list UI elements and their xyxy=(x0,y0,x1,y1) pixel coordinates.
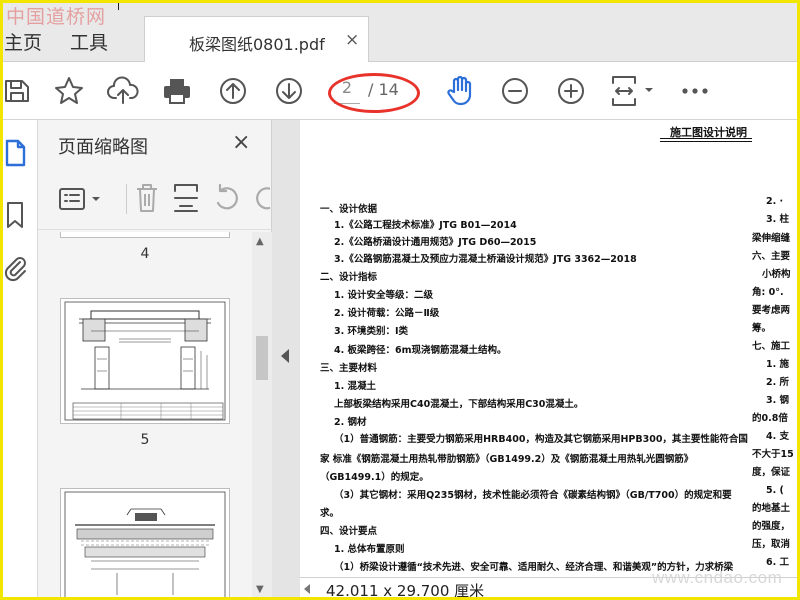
doc-line: 3.《公路钢筋混凝土及预应力混凝土桥涵设计规范》JTG 3362—2018 xyxy=(334,254,637,265)
next-page-icon[interactable] xyxy=(272,74,306,108)
cloud-upload-icon[interactable] xyxy=(106,74,140,108)
watermark-logo-top: 中国道桥网 xyxy=(6,6,107,28)
page-thumbnails-panel: 页面缩略图 × 4 5 ▲ ▼ xyxy=(38,120,272,600)
scroll-down-arrow-icon[interactable]: ▼ xyxy=(256,584,264,595)
rotate-clockwise-icon[interactable] xyxy=(252,183,270,213)
doc-right-line: 六、主要 xyxy=(752,251,791,262)
doc-line: 2. 设计荷载：公路－Ⅱ级 xyxy=(334,308,440,319)
doc-right-line: 2. · xyxy=(766,196,784,207)
menu-tools[interactable]: 工具 xyxy=(70,28,108,55)
extract-page-icon[interactable] xyxy=(172,182,200,218)
rotate-icon[interactable] xyxy=(212,183,242,217)
highlight-annotation-ellipse xyxy=(328,73,420,113)
doc-right-line: 3. 柱 xyxy=(766,214,790,225)
thumbnail-page-5[interactable] xyxy=(60,298,230,424)
thumbnail-page-4[interactable] xyxy=(60,232,230,238)
zoom-out-icon[interactable] xyxy=(498,74,532,108)
doc-line: 三、主要材料 xyxy=(320,363,378,374)
previous-page-icon[interactable] xyxy=(216,74,250,108)
doc-right-line: 1. 施 xyxy=(766,359,790,370)
collapse-panel-arrow-icon[interactable] xyxy=(281,349,289,363)
page-thumbnails-icon[interactable] xyxy=(3,138,29,168)
doc-line: 3. 环境类别：Ⅰ类 xyxy=(334,326,409,337)
doc-line: 4. 板梁跨径：6m现浇钢筋混凝土结构。 xyxy=(334,345,507,356)
doc-right-line: 度，保证 xyxy=(752,467,791,478)
doc-line: 求。 xyxy=(320,508,340,519)
thumbnails-scrollbar[interactable]: ▲ ▼ xyxy=(252,232,272,600)
star-icon[interactable] xyxy=(52,74,86,108)
doc-right-line: 要考虑两 xyxy=(752,305,791,316)
thumbnail-label-5: 5 xyxy=(140,432,150,448)
doc-right-line: 的地基土 xyxy=(752,503,791,514)
doc-right-line: 梁伸缩缝 xyxy=(752,233,791,244)
hand-tool-icon[interactable] xyxy=(444,74,478,108)
bridge-section-drawing xyxy=(64,491,226,599)
document-tab[interactable]: 板梁图纸0801.pdf × xyxy=(144,16,369,63)
doc-line: 上部板梁结构采用C40混凝土，下部结构采用C30混凝土。 xyxy=(334,399,584,410)
scrollbar-thumb[interactable] xyxy=(256,336,268,380)
doc-right-line: 4. 支 xyxy=(766,431,790,442)
heading-underline xyxy=(660,138,752,139)
doc-line: 1. 混凝土 xyxy=(334,381,377,392)
fit-page-icon[interactable] xyxy=(608,74,656,108)
heading-underline-2 xyxy=(660,141,752,142)
doc-line: （1）普通钢筋：主要受力钢筋采用HRB400，构造及其它钢筋采用HPB300，其… xyxy=(334,434,748,445)
page-size-readout: 42.011 x 29.700 厘米 xyxy=(326,582,485,600)
thumbnails-toolbar xyxy=(38,172,272,230)
doc-line: 2. 钢材 xyxy=(334,417,367,428)
scroll-up-arrow-icon[interactable]: ▲ xyxy=(256,236,264,247)
toolbar-divider xyxy=(126,184,127,214)
close-tab-button[interactable]: × xyxy=(345,30,359,50)
menu-bar: 主页 工具 板梁图纸0801.pdf × xyxy=(0,0,800,63)
doc-right-line: 3. 钢 xyxy=(766,395,790,406)
doc-line: 四、设计要点 xyxy=(320,526,378,537)
more-options-icon[interactable] xyxy=(678,74,712,108)
doc-right-line: 筹。 xyxy=(752,323,772,334)
panel-splitter[interactable] xyxy=(272,120,300,600)
print-icon[interactable] xyxy=(160,74,194,108)
bookmark-icon[interactable] xyxy=(3,200,29,230)
doc-right-line: 不大于15 xyxy=(752,449,794,460)
doc-line: 一、设计依据 xyxy=(320,204,378,215)
doc-right-line: 的强度， xyxy=(752,521,791,532)
doc-line: 2.《公路桥涵设计通用规范》JTG D60—2015 xyxy=(334,237,537,248)
attachment-icon[interactable] xyxy=(3,252,29,282)
doc-line: 1. 总体布置原则 xyxy=(334,544,405,555)
close-panel-button[interactable]: × xyxy=(232,130,250,155)
bridge-elevation-drawing xyxy=(64,301,226,421)
text-cursor xyxy=(118,0,119,10)
thumbnails-panel-title: 页面缩略图 xyxy=(58,137,148,158)
doc-right-line: 的0.8倍 xyxy=(752,413,788,424)
doc-line: 家 标准《钢筋混凝土用热轧带肋钢筋》（GB1499.2）及《钢筋混凝土用热轧光圆… xyxy=(320,454,694,465)
doc-line: （3）其它钢材：采用Q235钢材，技术性能必须符合《碳素结构钢》（GB/T700… xyxy=(334,490,732,501)
document-tab-title: 板梁图纸0801.pdf xyxy=(189,35,325,54)
doc-line: 1. 设计安全等级：二级 xyxy=(334,290,434,301)
document-page[interactable]: 施工图设计说明 一、设计依据 1.《公路工程技术标准》JTG B01—2014 … xyxy=(300,120,797,577)
save-icon[interactable] xyxy=(0,74,34,108)
zoom-in-icon[interactable] xyxy=(554,74,588,108)
menu-home[interactable]: 主页 xyxy=(4,28,42,55)
doc-right-line: 压，取消 xyxy=(752,539,791,550)
doc-right-line: 小桥构 xyxy=(762,269,791,280)
doc-right-line: 角: 0°. xyxy=(752,287,784,298)
thumbnails-list: 4 5 xyxy=(38,232,252,600)
delete-page-icon[interactable] xyxy=(134,182,160,218)
doc-right-line: 5. ( xyxy=(766,485,784,496)
scroll-left-arrow-icon[interactable] xyxy=(304,584,310,594)
thumbnail-page-6[interactable] xyxy=(60,488,230,600)
doc-line: 二、设计指标 xyxy=(320,272,378,283)
thumbnail-options-icon[interactable] xyxy=(58,184,104,220)
doc-right-line: 七、施工 xyxy=(752,341,791,352)
watermark-url: www.cndao.com xyxy=(652,568,783,587)
thumbnail-label-4: 4 xyxy=(140,246,150,262)
navigation-rail xyxy=(0,120,38,600)
doc-line: （GB1499.1）的规定。 xyxy=(320,472,429,483)
doc-line: 1.《公路工程技术标准》JTG B01—2014 xyxy=(334,220,517,231)
doc-right-line: 2. 所 xyxy=(766,377,790,388)
